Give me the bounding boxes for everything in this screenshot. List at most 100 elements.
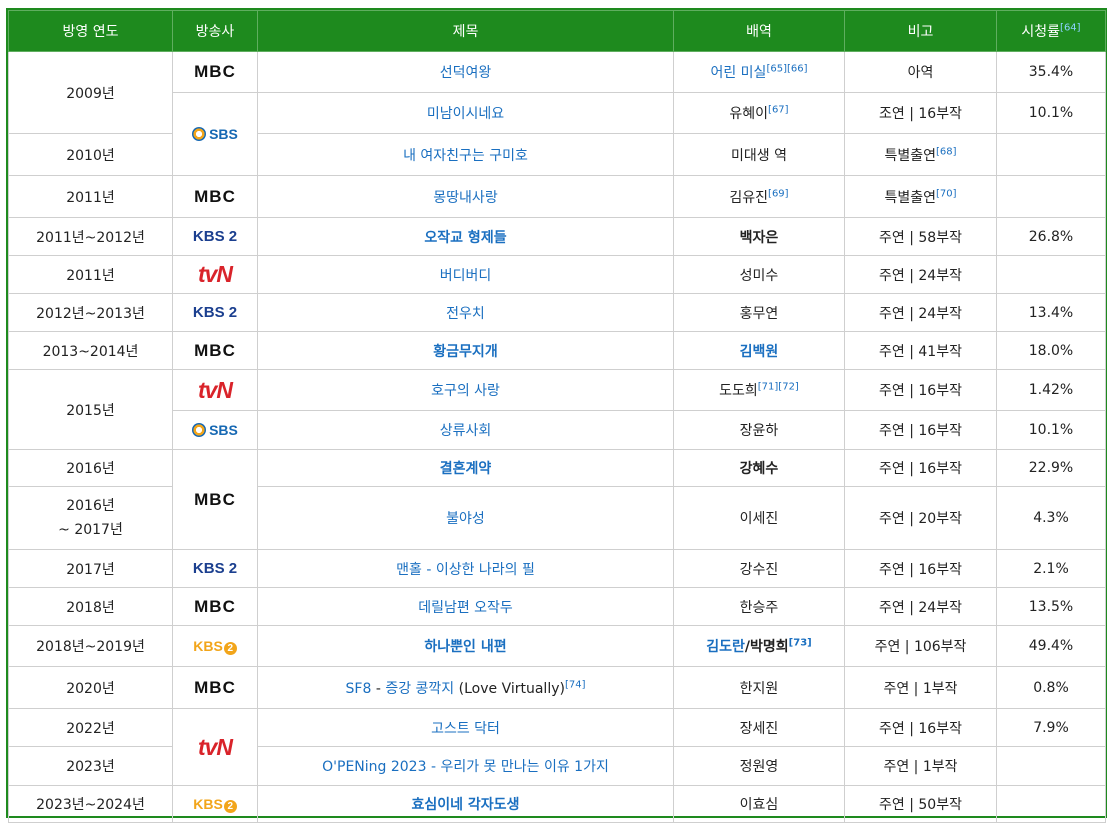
year-cell: 2018년~2019년 [8,625,173,667]
title-cell: 효심이네 각자도생 [257,785,674,823]
title-link[interactable]: 결혼계약 [440,461,492,477]
title-cell: 불야성 [257,486,674,550]
kbs2-logo: KBS 2 [192,228,238,245]
header-role: 배역 [673,10,845,52]
title-link[interactable]: 불야성 [446,511,485,527]
role-cell: 김도란/박명희[73] [673,625,845,667]
rating-cell: 18.0% [996,331,1106,370]
tvn-logo: tvN [197,376,233,404]
year-cell: 2013~2014년 [8,331,173,370]
reference-link[interactable]: [73] [789,637,812,648]
broadcaster-cell: SBS [172,410,258,450]
year-cell: 2022년 [8,708,173,747]
title-link[interactable]: 맨홀 - 이상한 나라의 필 [396,562,535,578]
broadcaster-cell: KBS 2 [172,293,258,332]
role-cell: 홍무연 [673,293,845,332]
reference-link[interactable]: [70] [936,188,957,199]
tvn-logo-tv: tv [197,376,217,403]
tvn-logo-n: N [216,376,233,403]
rating-cell [996,785,1106,823]
note-cell: 주연 | 20부작 [844,486,997,550]
reference-link[interactable]: [74] [565,679,586,690]
title-link[interactable]: 미남이시네요 [427,106,504,122]
sbs-logo-text: SBS [209,421,238,438]
title-link[interactable]: 효심이네 각자도생 [412,797,520,813]
note-cell: 주연 | 16부작 [844,449,997,487]
broadcaster-cell: MBC [172,175,258,218]
reference-link[interactable]: [69] [768,188,789,199]
reference-link[interactable]: [64] [1060,22,1081,33]
sbs-logo: SBS [192,126,238,142]
header-broadcaster: 방송사 [172,10,258,52]
reference-link[interactable]: [65][66] [766,63,807,74]
broadcaster-cell: tvN [172,369,258,411]
role-cell: 장윤하 [673,410,845,450]
note-cell: 아역 [844,51,997,93]
title-link[interactable]: 데릴남편 오작두 [418,600,513,616]
role-cell: 장세진 [673,708,845,747]
kbs-channel-icon: 2 [223,641,237,655]
broadcaster-cell: KBS 2 [172,217,258,256]
role-link[interactable]: 김도란 [706,639,745,655]
year-cell: 2017년 [8,549,173,588]
title-link[interactable]: 몽땅내사랑 [433,190,497,206]
reference-link[interactable]: [67] [768,104,789,115]
note-cell: 주연 | 1부작 [844,666,997,709]
role-link[interactable]: 김백원 [740,344,779,360]
kbs-logo-text: KBS [193,637,223,654]
sbs-logo: SBS [192,422,238,438]
title-link[interactable]: 버디버디 [440,268,492,284]
reference-link[interactable]: [71][72] [758,381,799,392]
role-cell: 정원영 [673,746,845,786]
broadcaster-cell: KBS 2 [172,785,258,823]
table-row: SBS 미남이시네요 유혜이[67] 조연 | 16부작 10.1% [9,92,1106,176]
table-row: 2022년 tvN 고스트 닥터 장세진 주연 | 16부작 7.9% [8,708,1106,786]
title-cell: SF8 - 증강 콩깍지 (Love Virtually)[74] [257,666,674,709]
title-link[interactable]: 오작교 형제들 [424,230,506,246]
rating-cell: 2.1% [996,549,1106,588]
role-cell: 유혜이[67] [673,92,845,134]
filmography-table-frame: 방영 연도 방송사 제목 배역 비고 시청률[64] 2009년 MBC 선덕여… [6,8,1107,823]
title-link[interactable]: 선덕여왕 [440,65,492,81]
role-cell: 미대생 역 [673,133,845,176]
year-cell: 2016년 ~ 2017년 [8,486,173,550]
mbc-logo: MBC [194,340,236,360]
role-cell: 도도희[71][72] [673,369,845,411]
title-link[interactable]: SF8 [346,681,372,697]
table-row: 2012년~2013년 KBS 2 전우치 홍무연 주연 | 24부작 13.4… [8,293,1106,332]
year-cell: 2011년~2012년 [8,217,173,256]
title-cell: 버디버디 [257,255,674,294]
note-cell: 조연 | 16부작 [844,92,997,134]
sbs-disc-icon [192,126,207,141]
role-link[interactable]: 어린 미실 [710,65,766,81]
role-cell: 김백원 [673,331,845,370]
title-cell: 오작교 형제들 [257,217,674,256]
kbs2-logo: KBS 2 [192,560,238,577]
mbc-logo: MBC [194,596,236,616]
reference-link[interactable]: [68] [936,146,957,157]
title-link[interactable]: 내 여자친구는 구미호 [403,148,528,164]
broadcaster-cell: SBS [172,92,258,176]
title-link[interactable]: 전우치 [446,306,485,322]
role-cell: 김유진[69] [673,175,845,218]
broadcaster-cell: MBC [172,449,258,550]
tvn-logo-n: N [216,733,233,760]
title-link[interactable]: 하나뿐인 내편 [424,639,506,655]
title-link[interactable]: O'PENing 2023 - 우리가 못 만나는 이유 1가지 [322,759,609,775]
title-link[interactable]: 호구의 사랑 [431,383,500,399]
kbs-logo: KBS 2 [193,796,237,813]
role-text: 유혜이 [729,106,769,122]
role-cell: 백자은 [673,217,845,256]
title-cell: 미남이시네요 [257,92,674,134]
title-link[interactable]: 증강 콩깍지 [385,681,454,697]
tvn-logo-tv: tv [197,733,217,760]
title-cell: 황금무지개 [257,331,674,370]
title-link[interactable]: 고스트 닥터 [431,721,500,737]
title-cell: 호구의 사랑 [257,369,674,411]
title-link[interactable]: 황금무지개 [433,344,497,360]
rating-cell: 13.4% [996,293,1106,332]
broadcaster-cell: MBC [172,331,258,370]
year-line: 2016년 [66,498,115,514]
title-link[interactable]: 상류사회 [440,423,492,439]
note-cell: 특별출연[68] [844,133,997,176]
